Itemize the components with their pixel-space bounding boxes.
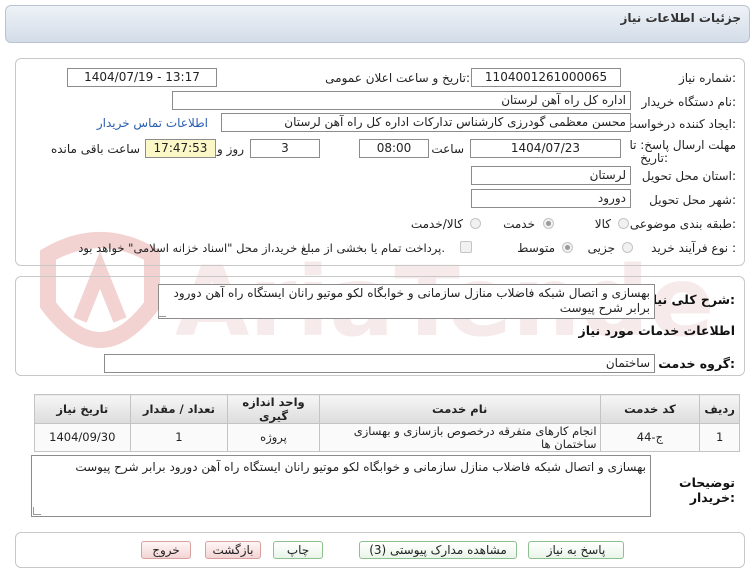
cell-need-date: 1404/09/30 [34, 423, 131, 452]
services-table-header: ردیف کد خدمت نام خدمت واحد اندازه گیری ت… [34, 394, 740, 424]
process-minor-label: جزیی [587, 241, 615, 255]
province-label: استان محل تحویل: [641, 169, 736, 183]
services-section-title: اطلاعات خدمات مورد نیاز [578, 323, 736, 338]
buyer-contact-link[interactable]: اطلاعات تماس خریدار [97, 116, 208, 130]
need-number-field: 1104001261000065 [471, 68, 621, 87]
buyer-notes-resize-grip[interactable] [33, 507, 41, 515]
days-remaining-field: 3 [250, 139, 320, 158]
deadline-label: مهلت ارسال پاسخ: تا [629, 138, 736, 152]
category-label: طبقه بندی موضوعی: [629, 217, 736, 231]
cell-unit: پروژه [227, 423, 320, 452]
col-quantity: تعداد / مقدار [129, 394, 229, 424]
summary-text: بهسازی و اتصال شبکه فاضلاب منازل سازمانی… [173, 286, 650, 315]
days-label: روز و [217, 142, 244, 156]
summary-textbox: بهسازی و اتصال شبکه فاضلاب منازل سازمانی… [158, 284, 655, 319]
process-medium-radio[interactable] [562, 242, 573, 253]
treasury-payment-checkbox[interactable] [460, 241, 472, 253]
exit-button[interactable]: خروج [141, 541, 191, 559]
page-title: جزئیات اطلاعات نیاز [620, 11, 741, 25]
cell-service-name: انجام کارهای متفرقه درخصوص بازسازی و بهس… [318, 423, 601, 452]
deadline-time-field: 08:00 [359, 139, 429, 158]
table-row: 1 ج-44 انجام کارهای متفرقه درخصوص بازساز… [34, 423, 740, 452]
cell-service-code: ج-44 [599, 423, 701, 452]
process-medium-label: متوسط [517, 241, 555, 255]
buyer-notes-label-2: خریدار: [689, 490, 735, 505]
summary-label: شرح کلی نیاز: [645, 292, 736, 307]
process-label: نوع فرآیند خرید : [651, 241, 736, 255]
buyer-org-field: اداره کل راه آهن لرستان [172, 91, 631, 110]
remaining-time-field: 17:47:53 [145, 139, 216, 158]
deadline-date-field: 1404/07/23 [470, 139, 621, 158]
need-number-label: شماره نیاز: [678, 71, 736, 85]
need-info-panel [15, 58, 745, 266]
category-goods-service-radio[interactable] [470, 218, 481, 229]
buyer-org-label: نام دستگاه خریدار: [641, 95, 737, 109]
col-need-date: تاریخ نیاز [34, 394, 131, 424]
category-service-radio[interactable] [543, 218, 554, 229]
deadline-time-label: ساعت [431, 142, 464, 156]
category-goods-service-label: کالا/خدمت [410, 217, 463, 231]
buyer-notes-text: بهسازی و اتصال شبکه فاضلاب منازل سازمانی… [75, 460, 646, 474]
buyer-notes-label: توضیحات [679, 475, 735, 490]
process-minor-radio[interactable] [622, 242, 633, 253]
col-service-name: نام خدمت [318, 394, 601, 424]
print-button[interactable]: چاپ [273, 541, 323, 559]
col-unit: واحد اندازه گیری [227, 394, 320, 424]
respond-button[interactable]: پاسخ به نیاز [528, 541, 624, 559]
col-row-number: ردیف [699, 394, 740, 424]
col-service-code: کد خدمت [599, 394, 701, 424]
announce-datetime-label: تاریخ و ساعت اعلان عمومی: [325, 71, 470, 85]
province-field: لرستان [471, 166, 631, 185]
requester-label: ایجاد کننده درخواست: [625, 117, 736, 131]
city-label: شهر محل تحویل: [649, 193, 736, 207]
treasury-payment-note: پرداخت تمام یا بخشی از مبلغ خرید،از محل … [78, 241, 445, 255]
attachments-button[interactable]: مشاهده مدارک پیوستی (3) [359, 541, 517, 559]
cell-row-number: 1 [699, 423, 740, 452]
cell-quantity: 1 [129, 423, 229, 452]
announce-datetime-field: 1404/07/19 - 13:17 [67, 68, 217, 87]
remaining-time-label: ساعت باقی مانده [50, 142, 140, 156]
category-service-label: خدمت [503, 217, 535, 231]
category-goods-label: کالا [594, 217, 611, 231]
deadline-label-date: تاریخ: [640, 151, 668, 165]
services-table: ردیف کد خدمت نام خدمت واحد اندازه گیری ت… [34, 394, 740, 452]
buyer-notes-textbox: بهسازی و اتصال شبکه فاضلاب منازل سازمانی… [31, 455, 651, 517]
back-button[interactable]: بازگشت [205, 541, 261, 559]
requester-field: محسن معظمی گودرزی کارشناس تدارکات اداره … [221, 113, 631, 132]
category-goods-radio[interactable] [618, 218, 629, 229]
summary-resize-grip[interactable] [158, 309, 166, 317]
service-group-label: گروه خدمت: [658, 356, 735, 371]
city-field: دورود [471, 189, 631, 208]
service-group-field: ساختمان [104, 354, 655, 373]
